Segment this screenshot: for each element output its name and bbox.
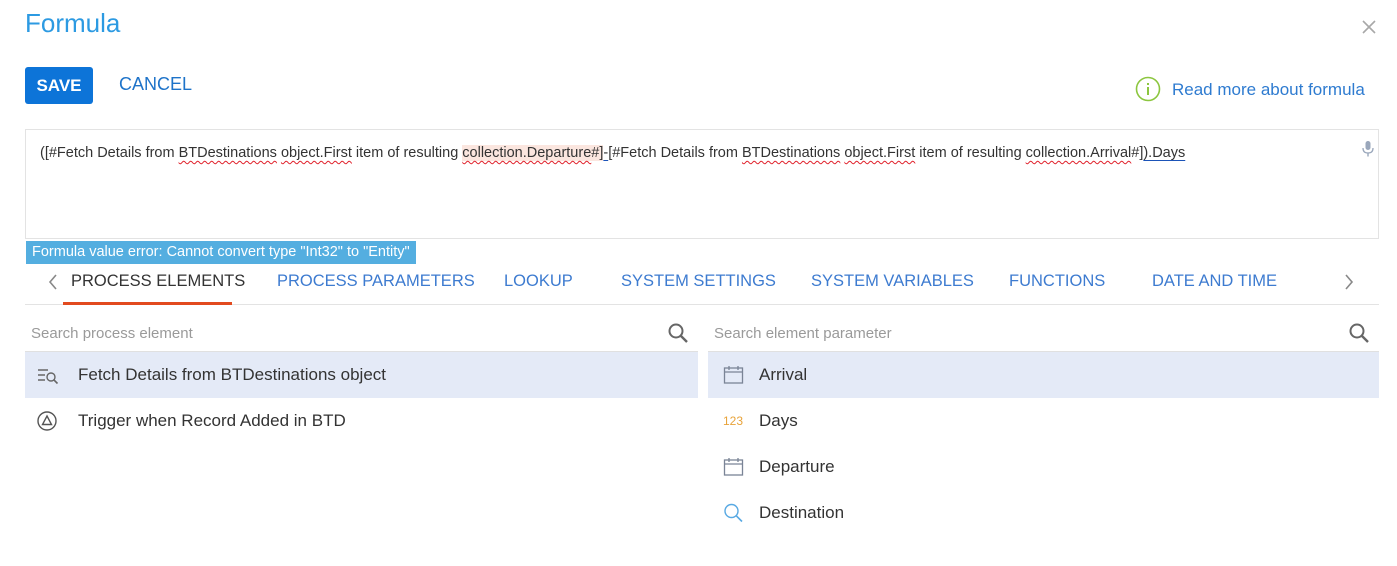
list-item[interactable]: Arrival: [708, 352, 1379, 398]
formula-segment: ).Days: [1143, 145, 1186, 161]
formula-segment: object.First: [280, 145, 352, 161]
tab-functions[interactable]: FUNCTIONS: [1009, 272, 1105, 291]
close-icon[interactable]: [1359, 17, 1379, 37]
tab-system-settings[interactable]: SYSTEM SETTINGS: [621, 272, 776, 291]
calendar-icon: [723, 366, 744, 384]
tab-process-elements[interactable]: PROCESS ELEMENTS: [71, 272, 245, 291]
formula-segment: collection.Departure: [462, 145, 592, 161]
formula-segment: ([#Fetch Details from: [40, 145, 179, 161]
save-button[interactable]: SAVE: [25, 67, 93, 104]
list-item[interactable]: Departure: [708, 444, 1379, 490]
formula-error-message: Formula value error: Cannot convert type…: [26, 241, 416, 264]
formula-segment: [#Fetch Details from: [608, 145, 742, 161]
microphone-icon[interactable]: [1361, 140, 1375, 158]
chevron-left-icon[interactable]: [47, 273, 59, 291]
active-tab-indicator: [63, 302, 232, 305]
element-parameter-search: [708, 318, 1379, 352]
search-icon[interactable]: [1348, 322, 1370, 344]
start-signal-icon: [37, 411, 57, 431]
formula-segment: #]: [1131, 145, 1144, 161]
lookup-icon: [724, 503, 743, 523]
formula-text[interactable]: ([#Fetch Details from BTDestinations obj…: [40, 145, 1185, 161]
search-process-element-input[interactable]: [31, 323, 591, 343]
formula-segment: BTDestinations: [178, 145, 277, 161]
list-item-label: Destination: [759, 503, 845, 522]
formula-segment: #]: [591, 145, 604, 161]
list-item[interactable]: Destination: [708, 490, 1379, 536]
tab-process-parameters[interactable]: PROCESS PARAMETERS: [277, 272, 475, 291]
list-item-label: Departure: [759, 457, 835, 476]
formula-segment: item of resulting: [351, 145, 463, 161]
tab-lookup[interactable]: LOOKUP: [504, 272, 573, 291]
formula-segment: item of resulting: [915, 145, 1026, 161]
cancel-button[interactable]: CANCEL: [119, 74, 192, 95]
chevron-right-icon[interactable]: [1343, 273, 1355, 291]
list-item-label: Trigger when Record Added in BTD: [78, 411, 346, 430]
list-item-label: Arrival: [759, 365, 808, 384]
list-item[interactable]: Fetch Details from BTDestinations object: [25, 352, 698, 398]
list-item-label: Fetch Details from BTDestinations object: [78, 365, 387, 384]
list-item[interactable]: 123 Days: [708, 398, 1379, 444]
formula-segment: object.First: [844, 145, 916, 161]
list-item-label: Days: [759, 411, 798, 430]
tab-system-variables[interactable]: SYSTEM VARIABLES: [811, 272, 974, 291]
read-data-icon: [38, 369, 59, 385]
number-icon: 123: [723, 414, 744, 428]
dialog-title: Formula: [25, 8, 121, 38]
calendar-icon: [723, 458, 744, 476]
info-icon[interactable]: [1135, 76, 1161, 102]
process-element-search: [25, 318, 698, 352]
read-more-link[interactable]: Read more about formula: [1172, 80, 1365, 100]
list-item[interactable]: Trigger when Record Added in BTD: [25, 398, 698, 444]
search-icon[interactable]: [667, 322, 689, 344]
tab-date-and-time[interactable]: DATE AND TIME: [1152, 272, 1277, 291]
formula-segment: BTDestinations: [741, 145, 841, 161]
search-element-parameter-input[interactable]: [714, 323, 1274, 343]
formula-segment: collection.Arrival: [1025, 145, 1132, 161]
